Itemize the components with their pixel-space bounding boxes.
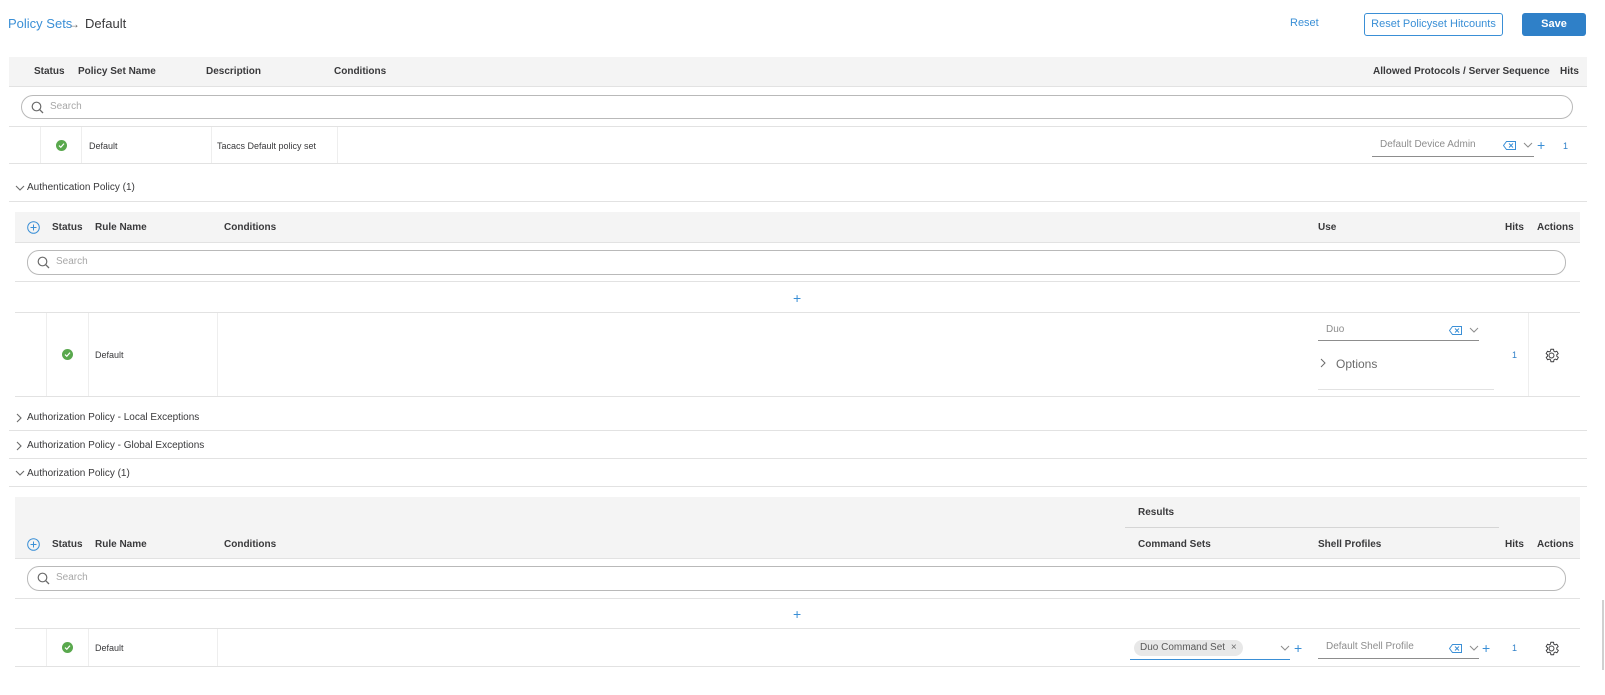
- gear-icon[interactable]: [1543, 640, 1560, 657]
- authentication-section-title[interactable]: Authentication Policy (1): [27, 182, 135, 193]
- policy-set-hits[interactable]: 1: [1563, 141, 1568, 151]
- policy-set-description[interactable]: Tacacs Default policy set: [217, 141, 316, 151]
- command-set-chip[interactable]: Duo Command Set ×: [1134, 640, 1243, 656]
- search-placeholder: Search: [56, 572, 88, 583]
- chevron-down-icon[interactable]: [1280, 645, 1290, 652]
- col-conditions: Conditions: [224, 222, 277, 233]
- chevron-down-icon[interactable]: [1469, 327, 1479, 334]
- rule-name[interactable]: Default: [95, 350, 124, 360]
- status-enabled-icon[interactable]: [62, 642, 73, 653]
- add-icon[interactable]: +: [1294, 641, 1302, 655]
- local-exceptions-section-title[interactable]: Authorization Policy - Local Exceptions: [27, 412, 199, 423]
- chevron-down-icon[interactable]: [15, 470, 25, 477]
- chevron-down-icon[interactable]: [1523, 142, 1533, 149]
- col-status: Status: [34, 66, 65, 77]
- status-enabled-icon[interactable]: [62, 349, 73, 360]
- col-rule-name: Rule Name: [95, 222, 147, 233]
- local-exceptions-section-header[interactable]: [9, 405, 1587, 431]
- col-conditions: Conditions: [224, 539, 277, 550]
- options-divider: [1318, 389, 1494, 390]
- col-description: Description: [206, 66, 262, 77]
- search-icon: [31, 101, 44, 114]
- col-hits: Hits: [1560, 66, 1579, 77]
- col-command-sets: Command Sets: [1138, 539, 1211, 550]
- col-policy-set-name: Policy Set Name: [78, 66, 156, 77]
- col-status: Status: [52, 539, 83, 550]
- scrollbar[interactable]: [1602, 600, 1604, 670]
- clear-icon[interactable]: [1449, 644, 1462, 653]
- breadcrumb-current: Default: [85, 16, 127, 31]
- col-actions: Actions: [1537, 539, 1574, 550]
- chevron-down-icon[interactable]: [1469, 645, 1479, 652]
- remove-chip-icon[interactable]: ×: [1231, 642, 1237, 653]
- add-rule-circle-icon[interactable]: [27, 538, 40, 551]
- authorization-search-input[interactable]: Search: [27, 566, 1566, 591]
- policy-set-search-input[interactable]: Search: [21, 95, 1573, 119]
- rule-hits[interactable]: 1: [1512, 643, 1517, 653]
- chevron-right-icon[interactable]: [1320, 358, 1327, 368]
- search-icon: [37, 572, 50, 585]
- search-icon: [37, 256, 50, 269]
- col-hits: Hits: [1505, 222, 1524, 233]
- add-rule-button[interactable]: +: [793, 291, 801, 305]
- authorization-section-title[interactable]: Authorization Policy (1): [27, 468, 130, 479]
- status-enabled-icon[interactable]: [56, 140, 67, 151]
- clear-icon[interactable]: [1503, 141, 1516, 150]
- options-toggle[interactable]: Options: [1336, 357, 1377, 371]
- add-rule-circle-icon[interactable]: [27, 221, 40, 234]
- shell-profile-value: Default Shell Profile: [1326, 641, 1414, 652]
- policy-set-name[interactable]: Default: [89, 141, 118, 151]
- col-use: Use: [1318, 222, 1337, 233]
- gear-icon[interactable]: [1543, 347, 1560, 364]
- reset-button[interactable]: Reset: [1290, 17, 1319, 29]
- add-icon[interactable]: +: [1537, 138, 1545, 152]
- col-hits: Hits: [1505, 539, 1524, 550]
- authentication-search-input[interactable]: Search: [27, 250, 1566, 275]
- breadcrumb-arrow-icon: →: [68, 17, 80, 31]
- reset-hitcounts-button[interactable]: Reset Policyset Hitcounts: [1364, 13, 1503, 36]
- chevron-down-icon[interactable]: [15, 185, 25, 192]
- global-exceptions-section-header[interactable]: [9, 431, 1587, 459]
- global-exceptions-section-title[interactable]: Authorization Policy - Global Exceptions: [27, 440, 204, 451]
- add-icon[interactable]: +: [1482, 641, 1490, 655]
- col-shell-profiles: Shell Profiles: [1318, 539, 1382, 550]
- results-group-label: Results: [1138, 507, 1175, 518]
- allowed-protocol-value: Default Device Admin: [1380, 139, 1476, 150]
- chevron-right-icon[interactable]: [16, 441, 23, 451]
- command-set-chip-label: Duo Command Set: [1140, 642, 1226, 653]
- use-value: Duo: [1326, 324, 1345, 335]
- col-allowed-protocols: Allowed Protocols / Server Sequence: [1373, 66, 1550, 77]
- col-rule-name: Rule Name: [95, 539, 147, 550]
- save-button[interactable]: Save: [1522, 13, 1586, 36]
- rule-name[interactable]: Default: [95, 643, 124, 653]
- col-actions: Actions: [1537, 222, 1574, 233]
- authorization-section-header[interactable]: [9, 459, 1587, 487]
- chevron-right-icon[interactable]: [16, 413, 23, 423]
- add-rule-button[interactable]: +: [793, 607, 801, 621]
- clear-icon[interactable]: [1449, 326, 1462, 335]
- breadcrumb-policy-sets-link[interactable]: Policy Sets: [8, 16, 72, 31]
- results-divider: [1125, 527, 1499, 528]
- rule-hits[interactable]: 1: [1512, 350, 1517, 360]
- authentication-section-header[interactable]: [9, 176, 1587, 202]
- search-placeholder: Search: [56, 256, 88, 267]
- col-status: Status: [52, 222, 83, 233]
- search-placeholder: Search: [50, 101, 82, 112]
- col-conditions: Conditions: [334, 66, 387, 77]
